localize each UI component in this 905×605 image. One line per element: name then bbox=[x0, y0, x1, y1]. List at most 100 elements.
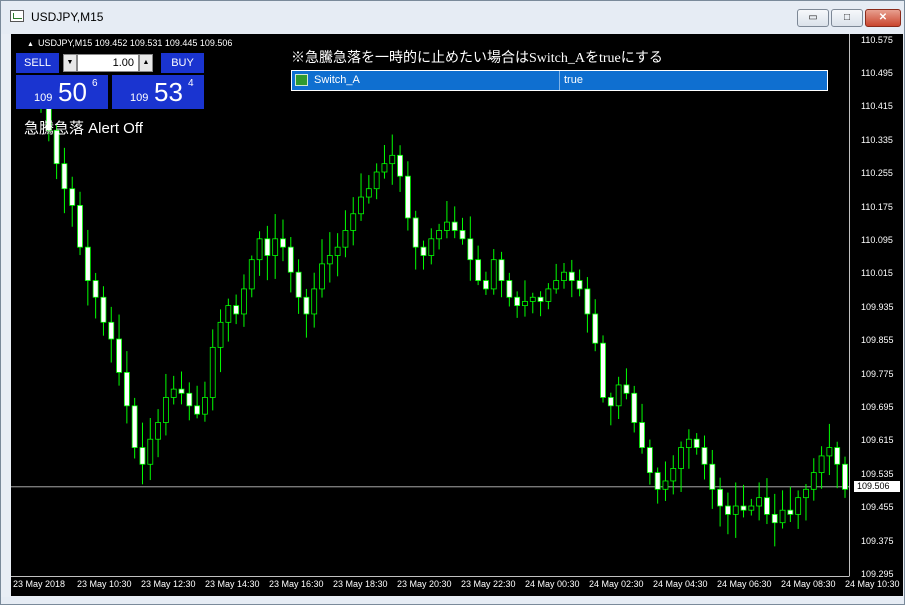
candle bbox=[451, 221, 458, 231]
candle bbox=[436, 230, 442, 240]
price-tick-label: 110.095 bbox=[861, 234, 893, 245]
price-tick-label: 109.775 bbox=[861, 368, 894, 379]
price-chart[interactable]: ▲ USDJPY,M15 109.452 109.531 109.445 109.… bbox=[11, 34, 903, 596]
sell-price-pips: 50 bbox=[58, 77, 87, 107]
candle bbox=[498, 259, 505, 281]
candle bbox=[334, 246, 341, 256]
candle bbox=[764, 497, 770, 515]
sell-price-fraction: 6 bbox=[92, 78, 98, 89]
candle bbox=[194, 405, 201, 415]
parameter-row[interactable]: Switch_A true bbox=[291, 70, 828, 91]
candle bbox=[264, 238, 271, 256]
candle bbox=[404, 175, 411, 219]
candle bbox=[678, 447, 684, 469]
candle bbox=[779, 509, 786, 524]
terminal-window: USDJPY,M15 ▭ □ ✕ ▲ USDJPY,M15 109.452 109… bbox=[0, 0, 905, 605]
current-price-label: 109.506 bbox=[854, 481, 900, 493]
candle bbox=[826, 447, 833, 457]
minimize-button[interactable]: ▭ bbox=[797, 9, 829, 27]
candle bbox=[116, 338, 122, 373]
time-tick-label: 23 May 22:30 bbox=[461, 579, 516, 589]
candle bbox=[475, 259, 482, 281]
time-tick-label: 24 May 00:30 bbox=[525, 579, 580, 589]
candle bbox=[717, 488, 724, 507]
candle bbox=[389, 154, 396, 165]
one-click-trading-panel: SELL ▼ 1.00 ▲ BUY 109 50 6 109 53 4 bbox=[16, 53, 204, 109]
time-tick-label: 23 May 10:30 bbox=[77, 579, 132, 589]
status-bar bbox=[1, 597, 904, 604]
time-tick-label: 24 May 06:30 bbox=[717, 579, 772, 589]
candle bbox=[459, 230, 466, 240]
candle bbox=[631, 392, 638, 423]
sell-price-big: 109 bbox=[34, 92, 53, 104]
candle bbox=[233, 305, 240, 315]
candle bbox=[303, 296, 310, 315]
candle bbox=[756, 497, 763, 507]
price-tick-label: 109.455 bbox=[861, 502, 894, 513]
candle bbox=[795, 497, 802, 515]
window-titlebar[interactable]: USDJPY,M15 ▭ □ ✕ bbox=[1, 1, 904, 34]
candle bbox=[412, 217, 419, 248]
maximize-button[interactable]: □ bbox=[831, 9, 863, 27]
candle bbox=[670, 468, 677, 482]
time-tick-label: 24 May 04:30 bbox=[653, 579, 708, 589]
candle bbox=[483, 280, 489, 290]
candle bbox=[537, 296, 544, 302]
candle bbox=[326, 255, 333, 265]
price-tick-label: 109.935 bbox=[861, 301, 894, 312]
parameter-value[interactable]: true bbox=[564, 74, 583, 86]
candle bbox=[155, 422, 161, 440]
candle bbox=[568, 271, 575, 281]
lot-decrease-button[interactable]: ▼ bbox=[63, 54, 77, 72]
buy-price-pips: 53 bbox=[154, 77, 183, 107]
candle bbox=[225, 305, 232, 323]
candle bbox=[420, 246, 427, 256]
candle bbox=[186, 392, 193, 407]
candle bbox=[428, 238, 435, 256]
candle bbox=[545, 288, 552, 302]
candle bbox=[787, 509, 794, 515]
candle bbox=[810, 472, 817, 490]
candle bbox=[131, 405, 138, 448]
candle bbox=[217, 321, 224, 348]
candlestick-plot[interactable] bbox=[11, 34, 903, 596]
candle bbox=[77, 205, 83, 248]
candle bbox=[280, 238, 286, 248]
price-tick-label: 110.175 bbox=[861, 201, 893, 212]
price-tick-label: 109.695 bbox=[861, 401, 894, 412]
buy-price-big: 109 bbox=[130, 92, 149, 104]
candle bbox=[256, 238, 263, 261]
candle bbox=[358, 196, 364, 215]
candle bbox=[803, 488, 809, 499]
time-tick-label: 23 May 16:30 bbox=[269, 579, 324, 589]
candle bbox=[123, 372, 130, 407]
candle bbox=[748, 505, 755, 511]
candle bbox=[592, 313, 599, 344]
buy-price-box[interactable]: 109 53 4 bbox=[112, 75, 204, 109]
sell-price-box[interactable]: 109 50 6 bbox=[16, 75, 108, 109]
candle bbox=[92, 280, 99, 298]
parameter-icon bbox=[295, 74, 308, 86]
collapse-triangle-icon[interactable]: ▲ bbox=[27, 41, 34, 48]
price-tick-label: 110.575 bbox=[861, 34, 893, 45]
candle bbox=[522, 301, 528, 307]
candle bbox=[272, 238, 279, 256]
buy-button[interactable]: BUY bbox=[161, 53, 204, 73]
candle bbox=[170, 388, 177, 398]
candle bbox=[740, 505, 747, 511]
candle bbox=[771, 513, 778, 524]
candle bbox=[576, 280, 583, 290]
lot-increase-button[interactable]: ▲ bbox=[139, 54, 153, 72]
lot-size-input[interactable]: 1.00 bbox=[77, 54, 139, 72]
candle bbox=[506, 280, 513, 298]
close-button[interactable]: ✕ bbox=[865, 9, 901, 27]
candle bbox=[147, 438, 154, 465]
sell-button[interactable]: SELL bbox=[16, 53, 59, 73]
candle bbox=[623, 384, 630, 394]
chart-window-icon bbox=[10, 10, 24, 22]
candle bbox=[490, 259, 497, 290]
candle bbox=[350, 213, 357, 231]
candle bbox=[139, 447, 146, 465]
candle bbox=[529, 296, 536, 302]
time-tick-label: 23 May 12:30 bbox=[141, 579, 196, 589]
